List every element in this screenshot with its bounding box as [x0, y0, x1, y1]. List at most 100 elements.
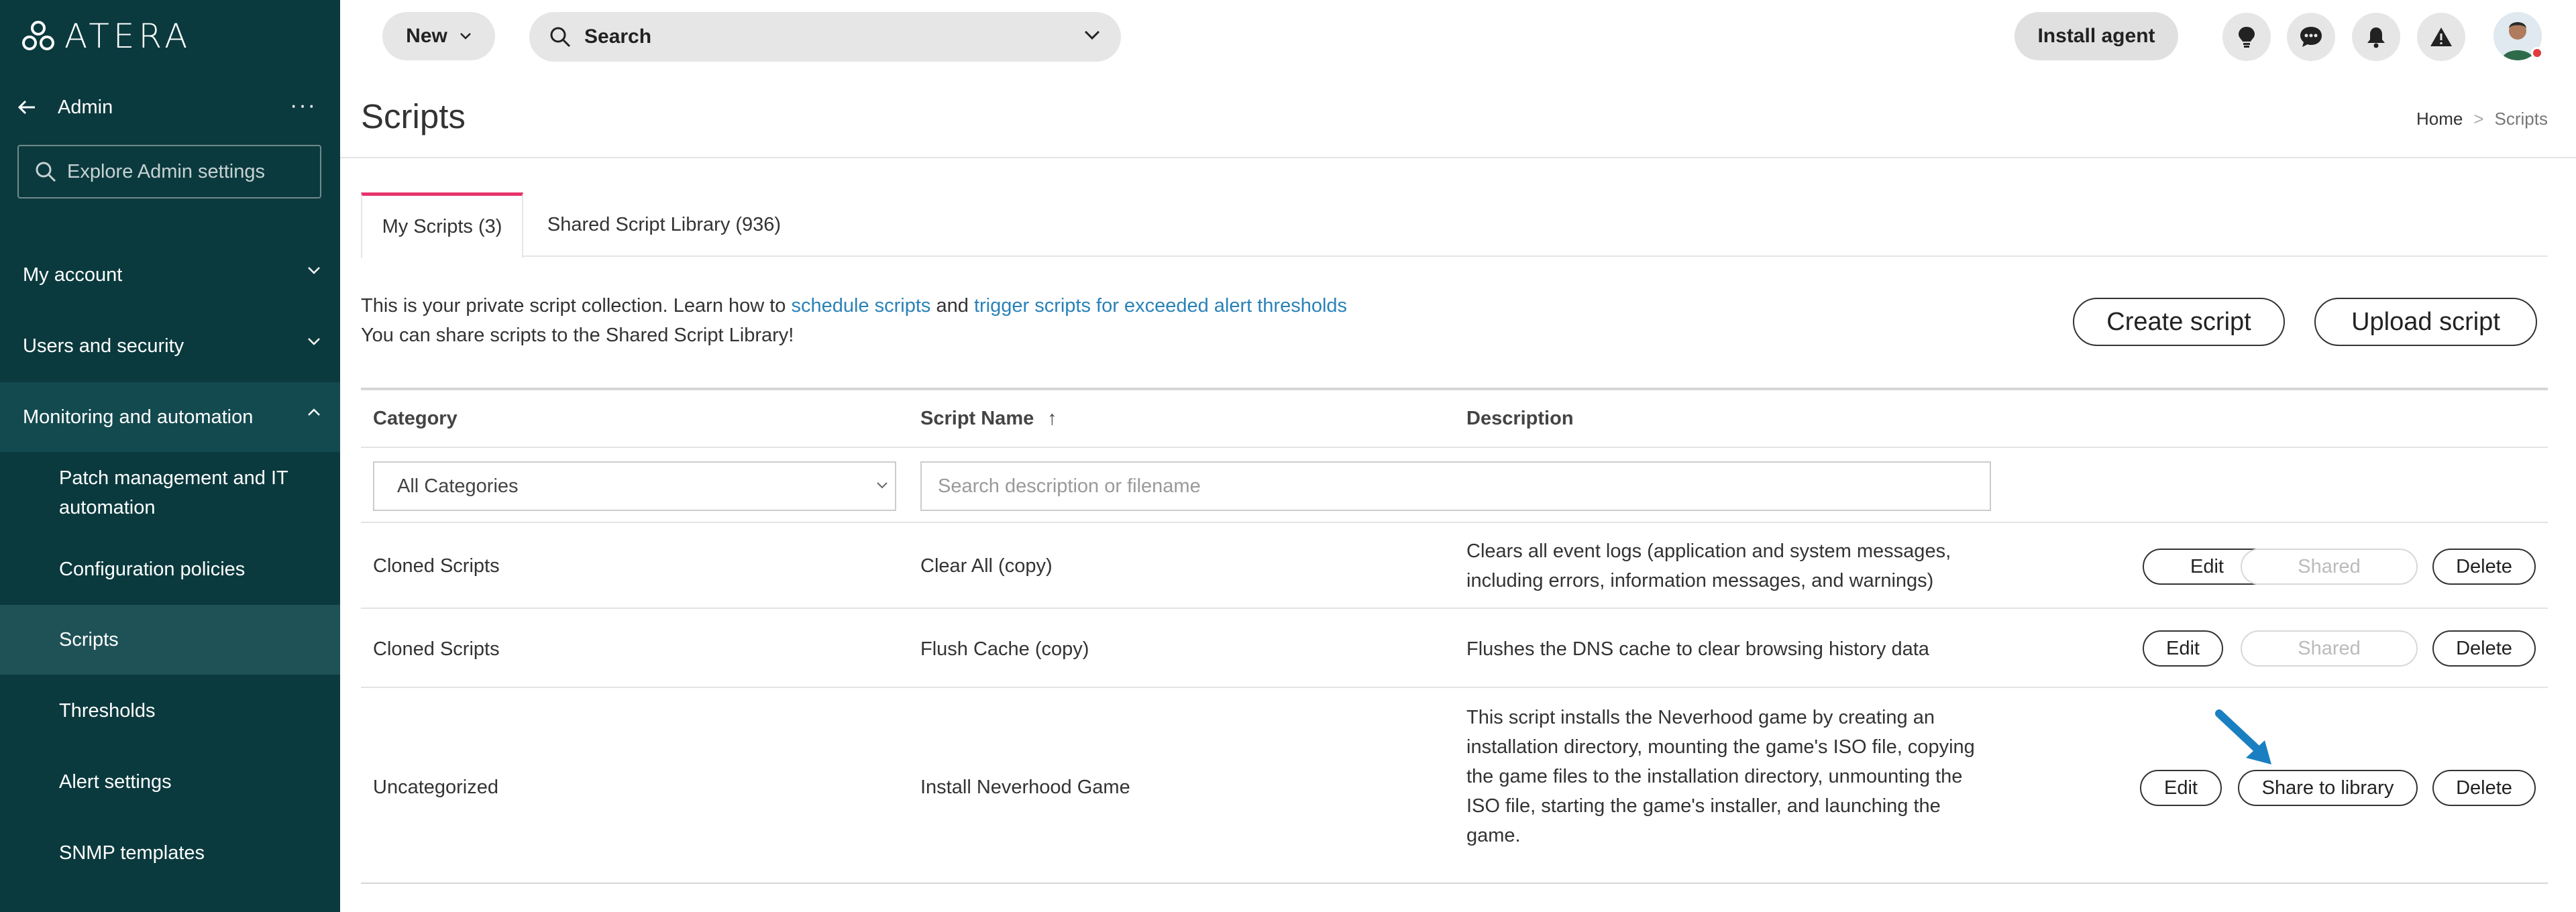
column-header-category[interactable]: Category: [373, 390, 458, 447]
admin-search-box[interactable]: [17, 145, 321, 198]
sidebar-item-patch-management[interactable]: Patch management and IT automation: [0, 452, 340, 534]
admin-search-input[interactable]: [67, 160, 309, 183]
delete-button[interactable]: Delete: [2432, 630, 2536, 667]
table-row: Cloned Scripts Flush Cache (copy) Flushe…: [361, 610, 2548, 688]
tab-my-scripts[interactable]: My Scripts (3): [361, 192, 523, 258]
nav-label: Monitoring and automation: [23, 406, 254, 428]
nav-monitoring-automation[interactable]: Monitoring and automation: [0, 382, 340, 452]
description-line: This script installs the Neverhood game …: [1466, 707, 1935, 728]
annotation-arrow-icon: [2215, 709, 2271, 764]
sidebar-item-scripts[interactable]: Scripts: [0, 605, 340, 675]
share-to-library-button[interactable]: Share to library: [2238, 770, 2418, 806]
nav-sub-label: Configuration policies: [59, 559, 246, 580]
sidebar-item-configuration-policies[interactable]: Configuration policies: [0, 534, 340, 605]
description-line: the game files to the installation direc…: [1466, 766, 1963, 787]
nav-sub-label: Scripts: [59, 629, 119, 650]
intro-and: and: [930, 295, 974, 317]
description-line: Flushes the DNS cache to clear browsing …: [1466, 638, 1929, 660]
chevron-down-icon: [308, 267, 320, 274]
upload-script-button[interactable]: Upload script: [2314, 298, 2537, 346]
atera-logo[interactable]: ATERA: [21, 17, 191, 56]
description-line: ISO file, starting the game's installer,…: [1466, 795, 1941, 817]
sidebar-item-snmp-templates[interactable]: SNMP templates: [0, 818, 340, 888]
intro-line-2: You can share scripts to the Shared Scri…: [361, 325, 794, 346]
header-divider: [340, 157, 2576, 158]
search-icon: [550, 27, 571, 48]
description-line: Clears all event logs (application and s…: [1466, 540, 1951, 562]
admin-title: Admin: [58, 97, 113, 118]
intro-text: This is your private script collection. …: [361, 291, 1347, 350]
search-icon: [36, 162, 56, 182]
new-button[interactable]: New: [382, 12, 495, 60]
admin-sidebar: ATERA Admin ··· My account Users and sec…: [0, 0, 340, 912]
sidebar-item-alert-settings[interactable]: Alert settings: [0, 747, 340, 817]
schedule-scripts-link[interactable]: schedule scripts: [792, 295, 931, 317]
edit-button[interactable]: Edit: [2140, 770, 2222, 806]
back-arrow-icon[interactable]: [15, 95, 39, 119]
table-row: Cloned Scripts Clear All (copy) Clears a…: [361, 523, 2548, 609]
column-header-description[interactable]: Description: [1466, 390, 1574, 447]
page-title: Scripts: [361, 97, 466, 135]
global-search-bar[interactable]: Search: [529, 12, 1121, 62]
scripts-tabs: My Scripts (3) Shared Script Library (93…: [361, 192, 2548, 258]
install-agent-label: Install agent: [2037, 25, 2155, 47]
chevron-down-icon: [460, 33, 471, 40]
new-label: New: [406, 25, 447, 47]
column-label: Script Name: [920, 407, 1034, 429]
breadcrumb-home[interactable]: Home: [2416, 109, 2463, 129]
create-script-button[interactable]: Create script: [2073, 298, 2285, 346]
description-line: installation directory, mounting the gam…: [1466, 736, 1975, 758]
description-search-input[interactable]: [920, 461, 1991, 511]
search-label: Search: [584, 25, 652, 48]
column-header-script-name[interactable]: Script Name ↑: [920, 390, 1057, 447]
row-script-name[interactable]: Clear All (copy): [920, 551, 1053, 581]
breadcrumb: Home > Scripts: [2416, 109, 2548, 129]
nav-users-security[interactable]: Users and security: [0, 311, 340, 381]
delete-button[interactable]: Delete: [2432, 549, 2536, 585]
delete-button[interactable]: Delete: [2432, 770, 2536, 806]
intro-prefix: This is your private script collection. …: [361, 295, 792, 317]
edit-button[interactable]: Edit: [2143, 630, 2223, 667]
shared-button: Shared: [2241, 549, 2418, 585]
description-line: game.: [1466, 825, 1521, 846]
sidebar-item-thresholds[interactable]: Thresholds: [0, 676, 340, 746]
nav-my-account[interactable]: My account: [0, 240, 340, 310]
trigger-scripts-link[interactable]: trigger scripts for exceeded alert thres…: [974, 295, 1347, 317]
chevron-up-icon: [308, 408, 320, 416]
intro-line-1: This is your private script collection. …: [361, 291, 1347, 321]
bell-icon[interactable]: [2352, 13, 2400, 61]
row-description: Flushes the DNS cache to clear browsing …: [1466, 634, 1929, 664]
shared-button: Shared: [2241, 630, 2418, 667]
install-agent-button[interactable]: Install agent: [2015, 12, 2178, 60]
tab-shared-script-library[interactable]: Shared Script Library (936): [537, 192, 792, 257]
chevron-down-icon: [877, 482, 888, 489]
description-line: including errors, information messages, …: [1466, 570, 1934, 591]
nav-sub-label: Alert settings: [59, 771, 172, 793]
nav-sub-label: Thresholds: [59, 700, 156, 722]
lightbulb-icon[interactable]: [2222, 13, 2271, 61]
more-options-icon[interactable]: ···: [290, 94, 317, 117]
nav-sub-label: Patch management and IT automation: [59, 467, 288, 518]
row-description: This script installs the Neverhood game …: [1466, 703, 1975, 850]
top-bar: New Search Install agent: [340, 0, 2576, 72]
warning-icon[interactable]: [2417, 13, 2465, 61]
chat-icon[interactable]: [2287, 13, 2335, 61]
header-divider: [361, 447, 2548, 448]
nav-label: My account: [23, 264, 123, 286]
atera-logo-icon: [22, 21, 54, 50]
category-filter-value: All Categories: [397, 475, 519, 497]
chevron-down-icon[interactable]: [1083, 30, 1101, 42]
row-category: Cloned Scripts: [373, 638, 500, 660]
nav-sub-label: SNMP templates: [59, 842, 205, 864]
breadcrumb-current: Scripts: [2494, 109, 2548, 129]
sort-ascending-icon[interactable]: ↑: [1047, 408, 1057, 430]
row-script-name[interactable]: Install Neverhood Game: [920, 773, 1130, 802]
row-category: Uncategorized: [373, 777, 498, 798]
category-filter-select[interactable]: All Categories: [373, 461, 896, 511]
row-script-name[interactable]: Flush Cache (copy): [920, 634, 1089, 664]
row-category: Cloned Scripts: [373, 555, 500, 577]
status-dot: [2531, 47, 2543, 59]
scripts-table: Category Script Name ↑ Description All C…: [361, 388, 2548, 884]
chevron-down-icon: [308, 338, 320, 345]
logo-text: ATERA: [64, 17, 192, 56]
